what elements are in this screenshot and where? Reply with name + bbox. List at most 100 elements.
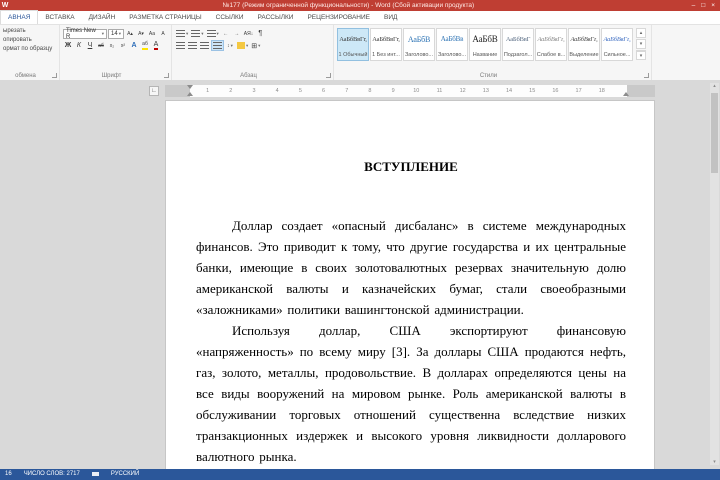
paragraph-dialog-launcher-icon[interactable]	[326, 73, 331, 78]
change-case-button[interactable]: Аа	[147, 28, 157, 39]
maximize-button[interactable]: □	[701, 0, 705, 11]
superscript-button[interactable]: x²	[118, 40, 128, 51]
line-spacing-button[interactable]: ↕ ▾	[225, 40, 235, 51]
styles-gallery-scroll: ▴ ▾ ▾	[636, 28, 646, 60]
grow-font-button[interactable]: А▴	[125, 28, 135, 39]
text-effects-button[interactable]: А	[129, 40, 139, 51]
show-paragraph-marks-button[interactable]: ¶	[255, 28, 265, 39]
paragraph-group-label: Абзац	[240, 73, 257, 79]
style-card-strong-emphasis[interactable]: АаБбВвГг, Сильное...	[601, 28, 633, 61]
tab-design[interactable]: ДИЗАЙН	[82, 11, 123, 24]
font-size-combo[interactable]: 14 ▾	[108, 28, 124, 39]
bold-button[interactable]: Ж	[63, 40, 73, 51]
cut-button[interactable]: ырезать	[3, 27, 56, 36]
horizontal-ruler[interactable]: ∟ 12 34 56 78 9 10 11 12 13 14 15 16 17 18	[0, 85, 720, 97]
group-paragraph: ▾ ▾ ▾ ← → АЯ↓ ¶ ↕ ▾ ▾ ⊞ ▾ Абзац	[172, 25, 334, 80]
style-card-heading1[interactable]: АаБбВ Заголово...	[403, 28, 435, 61]
justify-button[interactable]	[211, 40, 224, 51]
font-name-combo[interactable]: Times New R ▾	[63, 27, 108, 40]
styles-scroll-down-button[interactable]: ▾	[636, 39, 646, 49]
group-styles: АаБбВвГг, 1 Обычный АаБбВвГг, 1 Без инт.…	[334, 25, 652, 80]
shading-button[interactable]: ▾	[236, 40, 249, 51]
tab-home[interactable]: АВНАЯ	[0, 10, 39, 24]
line-spacing-icon: ↕	[227, 42, 230, 49]
styles-scroll-up-button[interactable]: ▴	[636, 28, 646, 38]
document-paragraph[interactable]: Используя доллар, США экспортируют финан…	[196, 320, 626, 467]
ribbon-spacer	[652, 25, 720, 80]
scroll-down-icon[interactable]: ▾	[710, 459, 719, 465]
clipboard-dialog-launcher-icon[interactable]	[52, 73, 57, 78]
sort-button[interactable]: АЯ↓	[243, 28, 254, 39]
tab-mailings[interactable]: РАССЫЛКИ	[251, 11, 301, 24]
style-card-no-spacing[interactable]: АаБбВвГг, 1 Без инт...	[370, 28, 402, 61]
italic-button[interactable]: К	[74, 40, 84, 51]
chevron-down-icon: ▾	[186, 30, 189, 36]
styles-dialog-launcher-icon[interactable]	[644, 73, 649, 78]
document-page[interactable]: ВСТУПЛЕНИЕ Доллар создает «опасный дисба…	[165, 100, 655, 469]
styles-group-label: Стили	[479, 73, 498, 79]
document-paragraph[interactable]: Доллар создает «опасный дисбаланс» в сис…	[196, 215, 626, 320]
minimize-button[interactable]: –	[692, 0, 696, 11]
tab-references[interactable]: ССЫЛКИ	[209, 11, 251, 24]
tab-view[interactable]: ВИД	[377, 11, 404, 24]
scrollbar-thumb[interactable]	[711, 93, 718, 173]
tab-stop-selector[interactable]: ∟	[149, 86, 159, 96]
style-card-subtle-emphasis[interactable]: АаБбВвГг, Слабое в...	[535, 28, 567, 61]
word-app-icon: W	[1, 2, 9, 9]
style-card-title[interactable]: АаБбВ Название	[469, 28, 501, 61]
justify-icon	[213, 42, 222, 49]
bullets-button[interactable]: ▾	[175, 28, 189, 39]
styles-gallery: АаБбВвГг, 1 Обычный АаБбВвГг, 1 Без инт.…	[337, 28, 633, 61]
align-center-icon	[188, 42, 197, 49]
tab-page-layout[interactable]: РАЗМЕТКА СТРАНИЦЫ	[122, 11, 208, 24]
chevron-down-icon: ▾	[230, 42, 233, 48]
first-line-indent-marker[interactable]	[187, 85, 193, 89]
align-left-icon	[176, 42, 185, 49]
increase-indent-button[interactable]: →	[232, 28, 242, 39]
font-name-value: Times New R	[66, 27, 96, 40]
copy-button[interactable]: опировать	[3, 36, 56, 45]
decrease-indent-button[interactable]: ←	[221, 28, 231, 39]
subscript-button[interactable]: x₂	[107, 40, 117, 51]
clear-formatting-button[interactable]: А	[158, 28, 168, 39]
borders-button[interactable]: ⊞ ▾	[250, 40, 261, 51]
align-left-button[interactable]	[175, 40, 186, 51]
style-card-heading2[interactable]: АаБбВв Заголово...	[436, 28, 468, 61]
font-dialog-launcher-icon[interactable]	[164, 73, 169, 78]
left-indent-marker[interactable]	[187, 92, 193, 96]
ribbon-tab-bar: АВНАЯ ВСТАВКА ДИЗАЙН РАЗМЕТКА СТРАНИЦЫ С…	[0, 10, 720, 25]
format-painter-button[interactable]: ормат по образцу	[3, 45, 56, 54]
vertical-scrollbar[interactable]: ▴ ▾	[710, 83, 719, 465]
chevron-down-icon: ▾	[118, 30, 121, 36]
bullet-list-icon	[176, 30, 185, 37]
strikethrough-button[interactable]: аб	[96, 40, 106, 51]
page-number-status[interactable]: 16	[5, 469, 12, 480]
window-title: №177 (Режим ограниченной функциональност…	[222, 2, 475, 9]
shrink-font-button[interactable]: А▾	[136, 28, 146, 39]
language-status[interactable]: РУССКИЙ	[111, 469, 139, 480]
right-indent-marker[interactable]	[623, 92, 629, 96]
highlight-color-button[interactable]: аб	[142, 41, 148, 50]
chevron-down-icon: ▾	[201, 30, 204, 36]
font-color-button[interactable]: А	[153, 41, 159, 50]
style-card-emphasis[interactable]: АаБбВвГг, Выделение	[568, 28, 600, 61]
numbering-button[interactable]: ▾	[190, 28, 204, 39]
underline-button[interactable]: Ч	[85, 40, 95, 51]
chevron-down-icon: ▾	[216, 30, 219, 36]
styles-more-button[interactable]: ▾	[636, 50, 646, 60]
font-size-value: 14	[111, 30, 118, 37]
document-heading[interactable]: ВСТУПЛЕНИЕ	[196, 159, 626, 175]
word-count-status[interactable]: ЧИСЛО СЛОВ: 2717	[24, 469, 80, 480]
align-right-button[interactable]	[199, 40, 210, 51]
tab-insert[interactable]: ВСТАВКА	[38, 11, 81, 24]
tab-review[interactable]: РЕЦЕНЗИРОВАНИЕ	[300, 11, 377, 24]
style-card-normal[interactable]: АаБбВвГг, 1 Обычный	[337, 28, 369, 61]
align-center-button[interactable]	[187, 40, 198, 51]
title-bar: W №177 (Режим ограниченной функционально…	[0, 0, 720, 11]
multilevel-list-button[interactable]: ▾	[206, 28, 220, 39]
document-area: ∟ 12 34 56 78 9 10 11 12 13 14 15 16 17 18 ВС…	[0, 81, 720, 469]
style-card-subtitle[interactable]: АаБбВвГ Подзагол...	[502, 28, 534, 61]
close-button[interactable]: ×	[711, 0, 715, 11]
proofing-errors-icon[interactable]	[91, 471, 99, 478]
scroll-up-icon[interactable]: ▴	[710, 83, 719, 89]
